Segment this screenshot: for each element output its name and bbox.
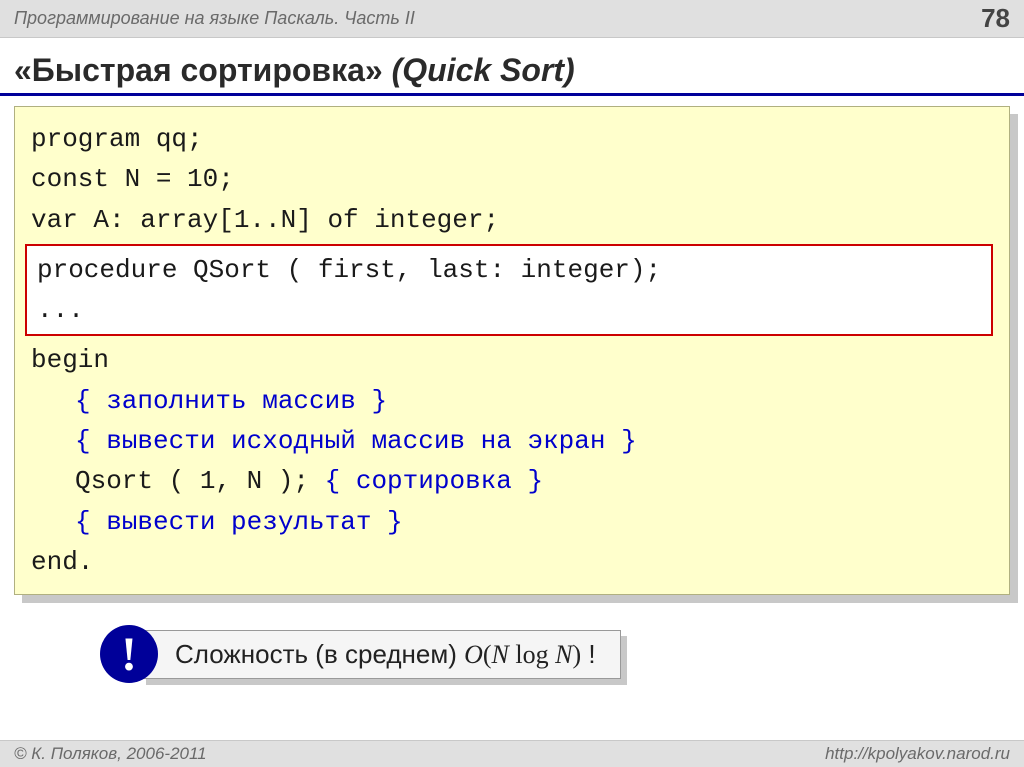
footer-url: http://kpolyakov.narod.ru: [825, 744, 1010, 764]
paren: (: [483, 640, 492, 669]
note-box-wrap: Сложность (в среднем) O(N log N) !: [140, 630, 621, 679]
code-line: ...: [37, 290, 981, 330]
bigO-log: log: [509, 640, 555, 669]
code-line: Qsort ( 1, N ); { сортировка }: [31, 461, 993, 501]
code-call: Qsort ( 1, N );: [75, 466, 325, 496]
title-ru: «Быстрая сортировка»: [14, 52, 383, 88]
code-line: begin: [31, 340, 993, 380]
bigO-N: N: [492, 640, 509, 669]
code-line: const N = 10;: [31, 159, 993, 199]
course-name: Программирование на языке Паскаль. Часть…: [14, 8, 415, 29]
code-block-container: program qq; const N = 10; var A: array[1…: [14, 106, 1010, 595]
bigO-O: O: [464, 640, 483, 669]
note-text: Сложность (в среднем): [175, 639, 464, 669]
code-comment: { вывести результат }: [31, 502, 993, 542]
bigO-N2: N: [555, 640, 572, 669]
highlighted-procedure-box: procedure QSort ( first, last: integer);…: [25, 244, 993, 337]
code-block: program qq; const N = 10; var A: array[1…: [14, 106, 1010, 595]
code-line: end.: [31, 542, 993, 582]
copyright: © К. Поляков, 2006-2011: [14, 744, 207, 764]
page-number: 78: [981, 3, 1010, 34]
code-comment: { сортировка }: [325, 466, 543, 496]
note-box: Сложность (в среднем) O(N log N) !: [140, 630, 621, 679]
code-line: program qq;: [31, 119, 993, 159]
title-en: (Quick Sort): [392, 52, 575, 88]
code-comment: { вывести исходный массив на экран }: [31, 421, 993, 461]
slide-footer: © К. Поляков, 2006-2011 http://kpolyakov…: [0, 740, 1024, 767]
code-comment: { заполнить массив }: [31, 381, 993, 421]
paren: ): [572, 640, 581, 669]
slide-header: Программирование на языке Паскаль. Часть…: [0, 0, 1024, 38]
note-tail: !: [581, 639, 595, 669]
slide-title: «Быстрая сортировка» (Quick Sort): [0, 38, 1024, 96]
exclamation-badge: !: [100, 625, 158, 683]
complexity-note: ! Сложность (в среднем) O(N log N) !: [100, 625, 1024, 683]
code-line: procedure QSort ( first, last: integer);: [37, 250, 981, 290]
code-line: var A: array[1..N] of integer;: [31, 200, 993, 240]
